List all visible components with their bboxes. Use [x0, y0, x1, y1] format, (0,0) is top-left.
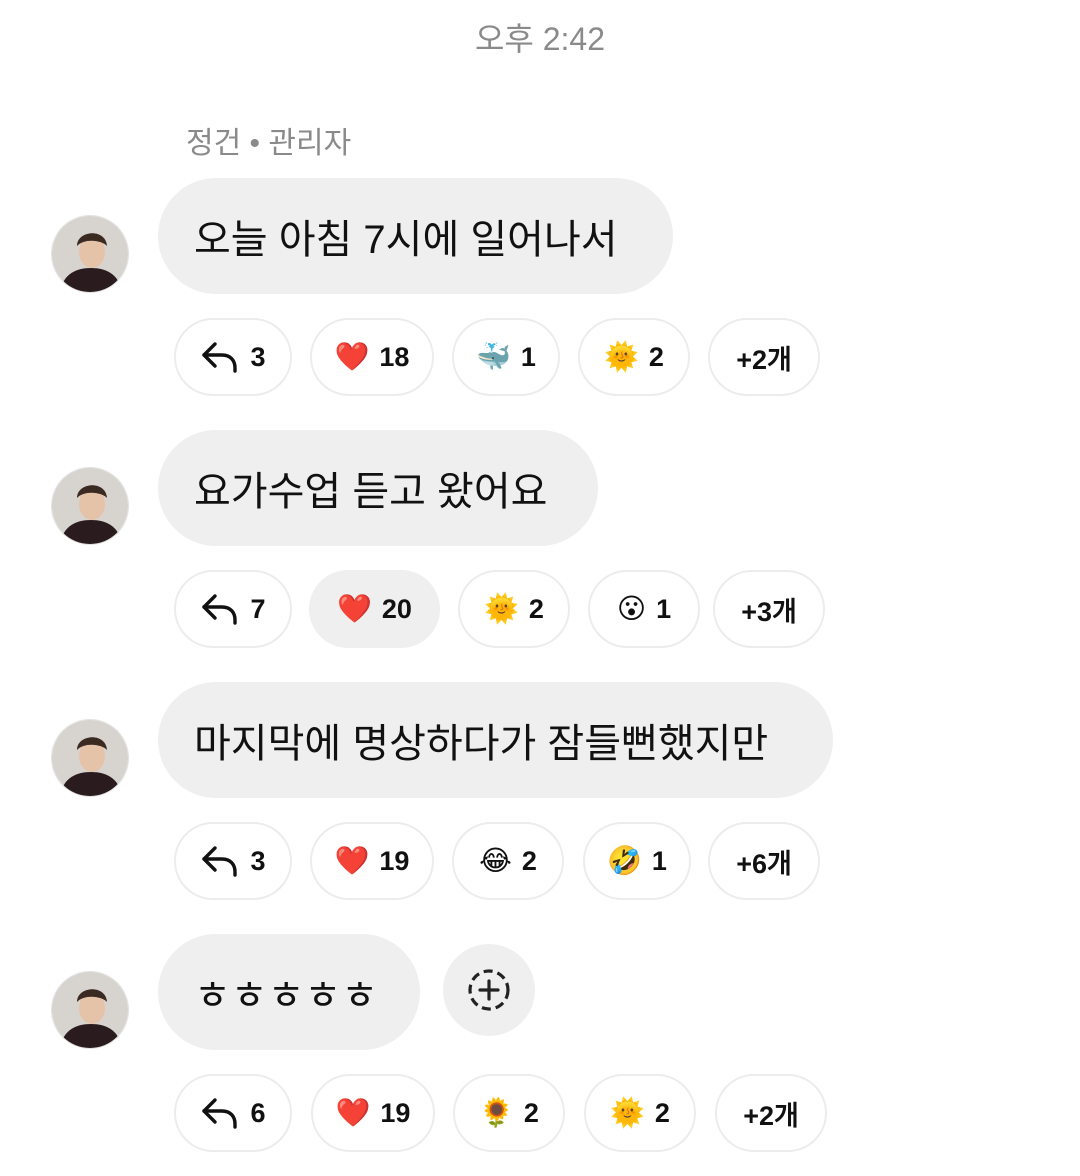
reaction-chip[interactable]: 🌞 2 — [578, 318, 690, 396]
reaction-chip[interactable]: 🤣 1 — [583, 822, 691, 900]
sender-avatar[interactable] — [51, 215, 129, 293]
whale-icon: 🐳 — [476, 341, 511, 372]
surprised-face-icon: 😮 — [616, 593, 647, 624]
sender-name: 정건 — [186, 127, 242, 160]
reaction-chip[interactable]: ❤️ 19 — [311, 1074, 435, 1152]
reaction-chip[interactable]: 🐳 1 — [452, 318, 560, 396]
reaction-count: 19 — [380, 1097, 411, 1128]
sun-face-icon: 🌞 — [604, 341, 639, 372]
reaction-count: 1 — [656, 593, 672, 624]
reaction-count: 19 — [379, 845, 410, 876]
reply-icon — [200, 844, 240, 878]
heart-icon: ❤️ — [335, 1097, 371, 1128]
more-reactions-label: +6개 — [736, 848, 792, 879]
reaction-count: 7 — [250, 593, 266, 624]
message-bubble[interactable]: 마지막에 명상하다가 잠들뻔했지만 — [158, 682, 833, 798]
message-bubble[interactable]: 오늘 아침 7시에 일어나서 — [158, 178, 673, 294]
add-reaction-icon — [468, 969, 510, 1011]
more-reactions-button[interactable]: +3개 — [713, 570, 825, 648]
more-reactions-label: +2개 — [743, 1100, 799, 1131]
reaction-chip[interactable]: 😮 1 — [588, 570, 700, 648]
reaction-chip[interactable]: 🌞 2 — [584, 1074, 696, 1152]
sender-line: 정건 • 관리자 — [186, 118, 351, 162]
more-reactions-label: +2개 — [736, 344, 792, 375]
sender-role: 관리자 — [268, 127, 352, 160]
heart-icon: ❤️ — [334, 845, 370, 876]
reaction-count: 1 — [651, 845, 667, 876]
sender-avatar[interactable] — [51, 971, 129, 1049]
reaction-chip[interactable]: 🌻 2 — [453, 1074, 565, 1152]
timestamp: 오후 2:42 — [474, 21, 606, 57]
reaction-chip[interactable]: ❤️ 18 — [310, 318, 434, 396]
reaction-count: 2 — [523, 1097, 539, 1128]
rofl-icon: 🤣 — [607, 845, 642, 876]
reply-icon — [200, 1096, 240, 1130]
reply-icon — [200, 592, 240, 626]
more-reactions-label: +3개 — [741, 596, 797, 627]
reaction-chip[interactable]: 🌞 2 — [458, 570, 570, 648]
message-bubble[interactable]: 요가수업 듣고 왔어요 — [158, 430, 598, 546]
heart-icon: ❤️ — [334, 341, 370, 372]
reaction-chip[interactable]: ❤️ 19 — [310, 822, 434, 900]
reaction-count: 2 — [521, 845, 537, 876]
reaction-count: 2 — [648, 341, 664, 372]
reply-count-button[interactable]: 6 — [174, 1074, 292, 1152]
sender-avatar[interactable] — [51, 467, 129, 545]
sunflower-icon: 🌻 — [479, 1097, 514, 1128]
sender-avatar[interactable] — [51, 719, 129, 797]
reply-count-button[interactable]: 7 — [174, 570, 292, 648]
reaction-chip[interactable]: 😂 2 — [452, 822, 564, 900]
reaction-count: 6 — [250, 1097, 266, 1128]
reaction-count: 18 — [379, 341, 410, 372]
separator-dot: • — [249, 127, 261, 160]
reaction-count: 2 — [654, 1097, 670, 1128]
reaction-count: 20 — [381, 593, 412, 624]
message-text: 요가수업 듣고 왔어요 — [194, 470, 548, 514]
tears-of-joy-icon: 😂 — [479, 845, 512, 876]
sun-face-icon: 🌞 — [484, 593, 519, 624]
reply-count-button[interactable]: 3 — [174, 822, 292, 900]
heart-icon: ❤️ — [337, 593, 372, 624]
more-reactions-button[interactable]: +2개 — [708, 318, 820, 396]
reaction-count: 3 — [250, 341, 266, 372]
more-reactions-button[interactable]: +6개 — [708, 822, 820, 900]
message-text: 오늘 아침 7시에 일어나서 — [194, 218, 618, 262]
reaction-count: 1 — [520, 341, 536, 372]
reply-icon — [200, 340, 240, 374]
reaction-count: 2 — [528, 593, 544, 624]
sun-face-icon: 🌞 — [610, 1097, 645, 1128]
reaction-count: 3 — [250, 845, 266, 876]
reaction-chip[interactable]: ❤️ 20 — [309, 570, 440, 648]
reply-count-button[interactable]: 3 — [174, 318, 292, 396]
message-bubble[interactable]: ㅎㅎㅎㅎㅎ — [158, 934, 420, 1050]
message-text: ㅎㅎㅎㅎㅎ — [194, 974, 378, 1018]
add-reaction-button[interactable] — [443, 944, 535, 1036]
more-reactions-button[interactable]: +2개 — [715, 1074, 827, 1152]
message-text: 마지막에 명상하다가 잠들뻔했지만 — [194, 722, 769, 766]
